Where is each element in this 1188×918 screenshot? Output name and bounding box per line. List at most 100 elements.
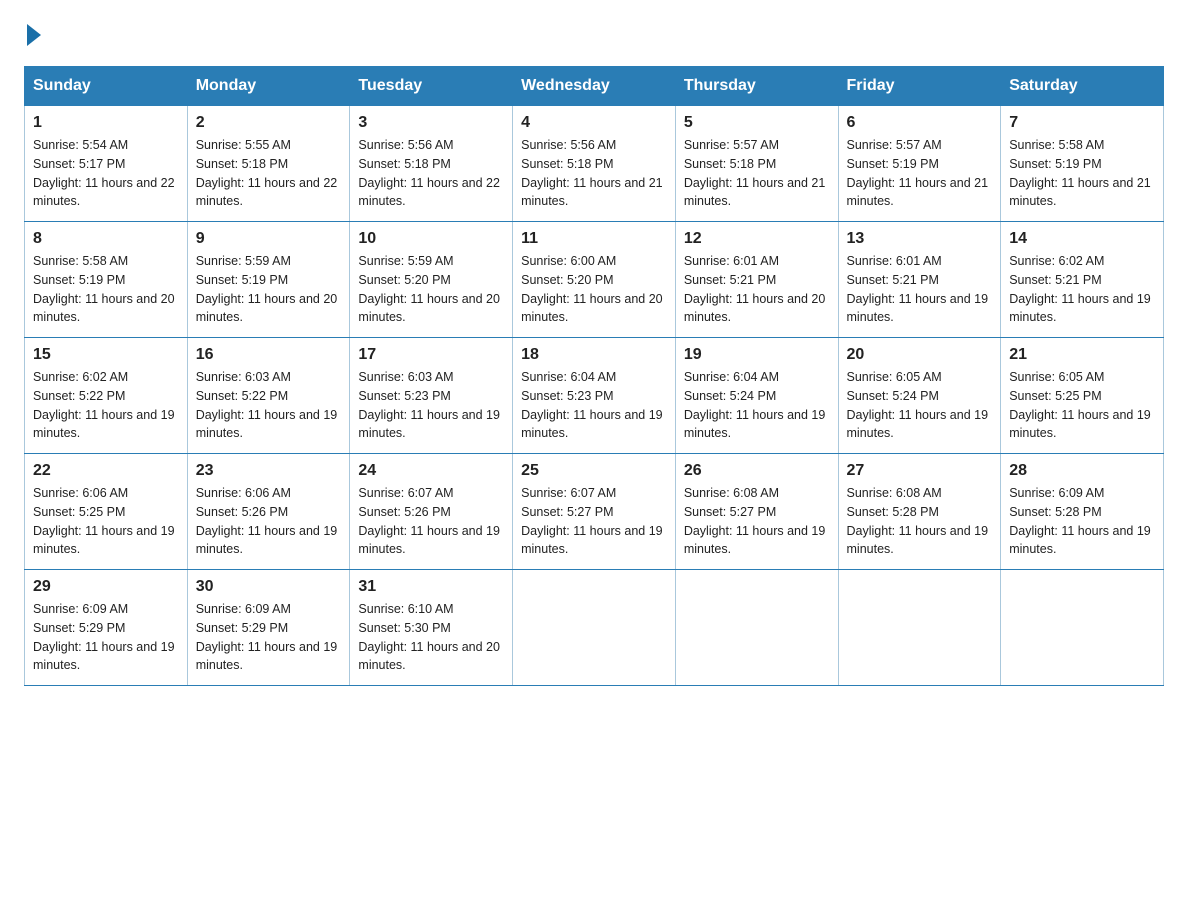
col-header-thursday: Thursday xyxy=(675,67,838,106)
calendar-cell xyxy=(675,570,838,686)
calendar-cell: 25 Sunrise: 6:07 AMSunset: 5:27 PMDaylig… xyxy=(513,454,676,570)
day-info: Sunrise: 6:05 AMSunset: 5:24 PMDaylight:… xyxy=(847,370,989,440)
day-info: Sunrise: 6:08 AMSunset: 5:28 PMDaylight:… xyxy=(847,486,989,556)
calendar-cell: 4 Sunrise: 5:56 AMSunset: 5:18 PMDayligh… xyxy=(513,106,676,222)
day-info: Sunrise: 6:02 AMSunset: 5:21 PMDaylight:… xyxy=(1009,254,1151,324)
day-number: 20 xyxy=(847,346,993,364)
day-info: Sunrise: 6:09 AMSunset: 5:29 PMDaylight:… xyxy=(33,602,175,672)
logo xyxy=(24,24,44,46)
day-info: Sunrise: 5:55 AMSunset: 5:18 PMDaylight:… xyxy=(196,138,338,208)
day-number: 24 xyxy=(358,462,504,480)
day-number: 31 xyxy=(358,578,504,596)
calendar-cell: 8 Sunrise: 5:58 AMSunset: 5:19 PMDayligh… xyxy=(25,222,188,338)
day-number: 29 xyxy=(33,578,179,596)
calendar-cell: 18 Sunrise: 6:04 AMSunset: 5:23 PMDaylig… xyxy=(513,338,676,454)
calendar-cell: 23 Sunrise: 6:06 AMSunset: 5:26 PMDaylig… xyxy=(187,454,350,570)
calendar-cell: 2 Sunrise: 5:55 AMSunset: 5:18 PMDayligh… xyxy=(187,106,350,222)
calendar-cell: 5 Sunrise: 5:57 AMSunset: 5:18 PMDayligh… xyxy=(675,106,838,222)
day-number: 27 xyxy=(847,462,993,480)
calendar-week-row: 29 Sunrise: 6:09 AMSunset: 5:29 PMDaylig… xyxy=(25,570,1164,686)
calendar-cell: 31 Sunrise: 6:10 AMSunset: 5:30 PMDaylig… xyxy=(350,570,513,686)
day-number: 4 xyxy=(521,114,667,132)
day-number: 7 xyxy=(1009,114,1155,132)
calendar-cell: 29 Sunrise: 6:09 AMSunset: 5:29 PMDaylig… xyxy=(25,570,188,686)
day-info: Sunrise: 6:01 AMSunset: 5:21 PMDaylight:… xyxy=(847,254,989,324)
day-info: Sunrise: 6:07 AMSunset: 5:26 PMDaylight:… xyxy=(358,486,500,556)
day-info: Sunrise: 6:06 AMSunset: 5:25 PMDaylight:… xyxy=(33,486,175,556)
day-number: 12 xyxy=(684,230,830,248)
day-number: 14 xyxy=(1009,230,1155,248)
calendar-cell: 14 Sunrise: 6:02 AMSunset: 5:21 PMDaylig… xyxy=(1001,222,1164,338)
day-number: 17 xyxy=(358,346,504,364)
calendar-cell: 24 Sunrise: 6:07 AMSunset: 5:26 PMDaylig… xyxy=(350,454,513,570)
day-info: Sunrise: 6:08 AMSunset: 5:27 PMDaylight:… xyxy=(684,486,826,556)
day-info: Sunrise: 5:59 AMSunset: 5:20 PMDaylight:… xyxy=(358,254,500,324)
calendar-week-row: 8 Sunrise: 5:58 AMSunset: 5:19 PMDayligh… xyxy=(25,222,1164,338)
day-info: Sunrise: 6:10 AMSunset: 5:30 PMDaylight:… xyxy=(358,602,500,672)
day-number: 16 xyxy=(196,346,342,364)
calendar-cell: 22 Sunrise: 6:06 AMSunset: 5:25 PMDaylig… xyxy=(25,454,188,570)
day-number: 19 xyxy=(684,346,830,364)
calendar-cell: 20 Sunrise: 6:05 AMSunset: 5:24 PMDaylig… xyxy=(838,338,1001,454)
calendar-cell: 12 Sunrise: 6:01 AMSunset: 5:21 PMDaylig… xyxy=(675,222,838,338)
calendar-cell xyxy=(1001,570,1164,686)
calendar-cell: 1 Sunrise: 5:54 AMSunset: 5:17 PMDayligh… xyxy=(25,106,188,222)
day-number: 11 xyxy=(521,230,667,248)
page-header xyxy=(24,24,1164,46)
calendar-cell: 9 Sunrise: 5:59 AMSunset: 5:19 PMDayligh… xyxy=(187,222,350,338)
calendar-cell: 17 Sunrise: 6:03 AMSunset: 5:23 PMDaylig… xyxy=(350,338,513,454)
day-number: 6 xyxy=(847,114,993,132)
logo-arrow-icon xyxy=(27,24,41,46)
col-header-wednesday: Wednesday xyxy=(513,67,676,106)
day-number: 22 xyxy=(33,462,179,480)
day-info: Sunrise: 5:56 AMSunset: 5:18 PMDaylight:… xyxy=(358,138,500,208)
calendar-cell: 15 Sunrise: 6:02 AMSunset: 5:22 PMDaylig… xyxy=(25,338,188,454)
calendar-week-row: 22 Sunrise: 6:06 AMSunset: 5:25 PMDaylig… xyxy=(25,454,1164,570)
day-info: Sunrise: 5:58 AMSunset: 5:19 PMDaylight:… xyxy=(1009,138,1151,208)
calendar-cell xyxy=(838,570,1001,686)
day-info: Sunrise: 5:54 AMSunset: 5:17 PMDaylight:… xyxy=(33,138,175,208)
calendar-cell xyxy=(513,570,676,686)
calendar-cell: 21 Sunrise: 6:05 AMSunset: 5:25 PMDaylig… xyxy=(1001,338,1164,454)
calendar-cell: 3 Sunrise: 5:56 AMSunset: 5:18 PMDayligh… xyxy=(350,106,513,222)
day-info: Sunrise: 6:06 AMSunset: 5:26 PMDaylight:… xyxy=(196,486,338,556)
day-info: Sunrise: 6:09 AMSunset: 5:28 PMDaylight:… xyxy=(1009,486,1151,556)
col-header-friday: Friday xyxy=(838,67,1001,106)
day-info: Sunrise: 6:07 AMSunset: 5:27 PMDaylight:… xyxy=(521,486,663,556)
calendar-cell: 6 Sunrise: 5:57 AMSunset: 5:19 PMDayligh… xyxy=(838,106,1001,222)
col-header-saturday: Saturday xyxy=(1001,67,1164,106)
day-info: Sunrise: 6:04 AMSunset: 5:24 PMDaylight:… xyxy=(684,370,826,440)
calendar-cell: 19 Sunrise: 6:04 AMSunset: 5:24 PMDaylig… xyxy=(675,338,838,454)
calendar-table: SundayMondayTuesdayWednesdayThursdayFrid… xyxy=(24,66,1164,686)
day-number: 15 xyxy=(33,346,179,364)
day-number: 2 xyxy=(196,114,342,132)
day-number: 8 xyxy=(33,230,179,248)
col-header-sunday: Sunday xyxy=(25,67,188,106)
calendar-cell: 10 Sunrise: 5:59 AMSunset: 5:20 PMDaylig… xyxy=(350,222,513,338)
day-number: 10 xyxy=(358,230,504,248)
calendar-header-row: SundayMondayTuesdayWednesdayThursdayFrid… xyxy=(25,67,1164,106)
day-info: Sunrise: 6:01 AMSunset: 5:21 PMDaylight:… xyxy=(684,254,826,324)
day-number: 23 xyxy=(196,462,342,480)
day-number: 3 xyxy=(358,114,504,132)
col-header-tuesday: Tuesday xyxy=(350,67,513,106)
calendar-cell: 26 Sunrise: 6:08 AMSunset: 5:27 PMDaylig… xyxy=(675,454,838,570)
day-info: Sunrise: 6:03 AMSunset: 5:22 PMDaylight:… xyxy=(196,370,338,440)
calendar-cell: 16 Sunrise: 6:03 AMSunset: 5:22 PMDaylig… xyxy=(187,338,350,454)
calendar-cell: 11 Sunrise: 6:00 AMSunset: 5:20 PMDaylig… xyxy=(513,222,676,338)
day-number: 21 xyxy=(1009,346,1155,364)
day-number: 5 xyxy=(684,114,830,132)
day-number: 30 xyxy=(196,578,342,596)
day-info: Sunrise: 6:05 AMSunset: 5:25 PMDaylight:… xyxy=(1009,370,1151,440)
day-number: 13 xyxy=(847,230,993,248)
day-info: Sunrise: 5:59 AMSunset: 5:19 PMDaylight:… xyxy=(196,254,338,324)
day-info: Sunrise: 5:58 AMSunset: 5:19 PMDaylight:… xyxy=(33,254,175,324)
day-number: 1 xyxy=(33,114,179,132)
calendar-week-row: 1 Sunrise: 5:54 AMSunset: 5:17 PMDayligh… xyxy=(25,106,1164,222)
calendar-cell: 30 Sunrise: 6:09 AMSunset: 5:29 PMDaylig… xyxy=(187,570,350,686)
calendar-cell: 28 Sunrise: 6:09 AMSunset: 5:28 PMDaylig… xyxy=(1001,454,1164,570)
calendar-week-row: 15 Sunrise: 6:02 AMSunset: 5:22 PMDaylig… xyxy=(25,338,1164,454)
day-number: 25 xyxy=(521,462,667,480)
calendar-cell: 13 Sunrise: 6:01 AMSunset: 5:21 PMDaylig… xyxy=(838,222,1001,338)
day-number: 28 xyxy=(1009,462,1155,480)
